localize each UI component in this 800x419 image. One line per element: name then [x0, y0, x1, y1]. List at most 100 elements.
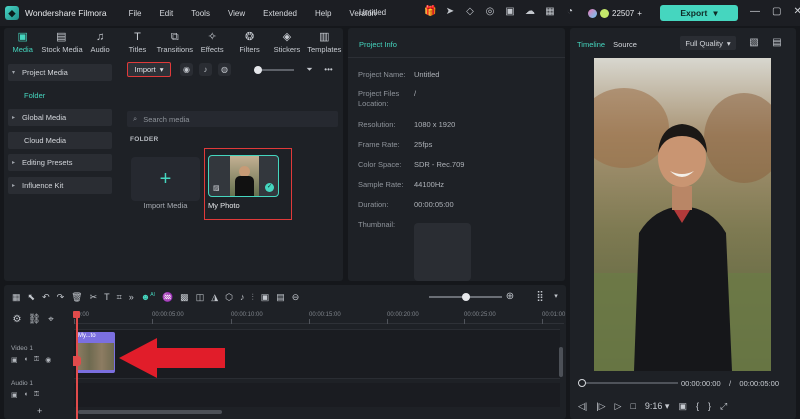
undo-icon[interactable]: ↶ — [42, 292, 50, 303]
sidebar-item-influence-kit[interactable]: ▸ Influence Kit — [8, 176, 112, 194]
aspect-ratio-dropdown[interactable]: 9:16 ▾ — [645, 401, 670, 412]
credits-display[interactable]: 22507 + — [588, 6, 642, 20]
render-preview-icon[interactable]: ▣ — [261, 292, 270, 303]
zoom-in-icon[interactable]: ⊕ — [504, 291, 516, 303]
link-icon[interactable]: ⛓ — [28, 314, 41, 326]
sidebar-item-folder[interactable]: Folder — [8, 87, 112, 104]
cloud-icon[interactable]: ☁ — [524, 6, 536, 18]
visibility-icon[interactable]: ◉ — [45, 356, 51, 364]
zoom-knob[interactable] — [462, 293, 470, 301]
menu-help[interactable]: Help — [315, 9, 331, 18]
playhead-handle[interactable] — [73, 311, 80, 318]
tab-stickers[interactable]: ◈ Stickers — [268, 28, 305, 60]
media-thumbnail[interactable]: ▨ ✓ — [208, 155, 279, 197]
mask-icon[interactable]: ⬡ — [225, 292, 233, 303]
slider-knob[interactable] — [254, 66, 262, 74]
tab-templates[interactable]: ▥ Templates — [306, 28, 343, 60]
headset-icon[interactable]: ◎ — [484, 6, 496, 18]
lock-icon[interactable]: ⚿ — [34, 356, 39, 364]
clip-trim-handle[interactable] — [73, 356, 81, 366]
ai-audio-icon[interactable]: ♒ — [162, 292, 173, 303]
send-icon[interactable]: ➤ — [444, 6, 456, 18]
tab-stock-media[interactable]: ▤ Stock Media — [41, 28, 82, 60]
menu-view[interactable]: View — [228, 9, 245, 18]
menu-file[interactable]: File — [129, 9, 142, 18]
more-icon[interactable]: ••• — [322, 63, 335, 76]
sidebar-item-global-media[interactable]: ▸ Global Media — [8, 109, 112, 126]
ai-image-icon[interactable]: ◍ — [218, 63, 231, 76]
audio-track[interactable] — [74, 383, 560, 407]
add-track-icon[interactable]: + — [37, 406, 42, 416]
gift-icon[interactable]: 🎁 — [424, 6, 436, 18]
sidebar-item-editing-presets[interactable]: ▸ Editing Presets — [8, 154, 112, 171]
auto-highlight-icon[interactable]: ▩ — [180, 292, 189, 303]
import-media-tile[interactable]: + — [131, 157, 200, 201]
tab-filters[interactable]: ❂ Filters — [231, 28, 268, 60]
redo-icon[interactable]: ↷ — [57, 292, 65, 303]
play-icon[interactable]: ▷ — [615, 401, 622, 412]
add-track-settings-icon[interactable]: ⚙ — [11, 314, 23, 326]
crop-icon[interactable]: ⌗ — [117, 292, 122, 303]
minimize-icon[interactable]: — — [750, 6, 760, 17]
fullscreen-icon[interactable]: ⤢ — [720, 401, 727, 412]
bulb-icon[interactable]: ◇ — [464, 6, 476, 18]
thumbnail-size-slider[interactable] — [254, 66, 294, 74]
mixer-icon[interactable]: ⫶ — [251, 292, 253, 303]
record-voice-icon[interactable]: ♪ — [240, 292, 245, 302]
sidebar-item-cloud-media[interactable]: Cloud Media — [8, 131, 112, 149]
smart-cutout-icon[interactable]: ◫ — [196, 292, 205, 303]
track-add-icon[interactable]: ▣ — [11, 356, 18, 364]
mute-icon[interactable]: ◖ — [24, 356, 28, 364]
project-thumbnail[interactable] — [414, 223, 471, 281]
bell-icon[interactable]: ◔ — [564, 6, 576, 18]
mute-icon[interactable]: ◖ — [24, 391, 28, 399]
tab-media[interactable]: ▣ Media — [4, 28, 41, 60]
snapshot-icon[interactable]: ▧ — [748, 37, 760, 49]
menu-extended[interactable]: Extended — [263, 9, 297, 18]
zoom-out-icon[interactable]: ⊖ — [292, 292, 300, 303]
save-icon[interactable]: ▣ — [504, 6, 516, 18]
step-forward-icon[interactable]: |▷ — [596, 401, 605, 412]
select-tool-icon[interactable]: ⬉ — [28, 292, 36, 303]
marker-icon[interactable]: ▤ — [276, 292, 285, 303]
maximize-icon[interactable]: ▢ — [772, 6, 781, 17]
filter-icon[interactable]: ⏷ — [303, 63, 316, 76]
grid-icon[interactable]: ▦ — [544, 6, 556, 18]
more-tools-icon[interactable]: » — [129, 292, 134, 302]
sidebar-item-project-media[interactable]: ▾ Project Media — [8, 64, 112, 81]
lock-icon[interactable]: ⚿ — [34, 391, 39, 399]
timeline-ruler[interactable]: 00:00 00:00:05:00 00:00:10:00 00:00:15:0… — [74, 312, 565, 324]
stop-icon[interactable]: □ — [630, 401, 635, 411]
add-credits-icon[interactable]: + — [637, 9, 642, 18]
stabilize-icon[interactable]: ◮ — [211, 292, 218, 303]
tab-source[interactable]: Source — [613, 40, 637, 49]
timeline-clip[interactable]: My...to — [76, 332, 115, 373]
scrubber-knob[interactable] — [578, 379, 586, 387]
track-settings-icon[interactable]: ⣿ — [534, 291, 546, 303]
record-icon[interactable]: ◉ — [180, 63, 193, 76]
delete-icon[interactable]: 🗑 — [71, 292, 82, 303]
import-button[interactable]: Import ▾ — [127, 62, 171, 77]
ai-copilot-icon[interactable]: ☻AI — [141, 292, 155, 302]
timeline-zoom-slider[interactable] — [429, 293, 502, 301]
media-item-my-photo[interactable]: ▨ ✓ My Photo — [204, 148, 292, 220]
tab-effects[interactable]: ✧ Effects — [194, 28, 231, 60]
microphone-icon[interactable]: ♪ — [199, 63, 212, 76]
text-tool-icon[interactable]: T — [104, 292, 110, 302]
tab-audio[interactable]: ♫ Audio — [81, 28, 118, 60]
menu-edit[interactable]: Edit — [159, 9, 173, 18]
preview-scrubber[interactable] — [578, 379, 678, 387]
tab-titles[interactable]: T Titles — [119, 28, 156, 60]
search-input[interactable]: ⌕ Search media — [127, 111, 338, 127]
timeline-vertical-scrollbar[interactable] — [559, 347, 563, 377]
quality-dropdown[interactable]: Full Quality ▾ — [680, 36, 736, 50]
bracket-left-icon[interactable]: { — [696, 401, 699, 411]
avatar[interactable] — [588, 8, 597, 18]
split-icon[interactable]: ✂ — [90, 292, 98, 303]
playhead[interactable] — [73, 311, 80, 419]
menu-tools[interactable]: Tools — [191, 9, 210, 18]
display-settings-icon[interactable]: ▤ — [771, 37, 783, 49]
bracket-right-icon[interactable]: } — [708, 401, 711, 411]
timeline-horizontal-scrollbar[interactable] — [78, 410, 222, 414]
chevron-down-icon[interactable]: ▾ — [550, 291, 562, 303]
